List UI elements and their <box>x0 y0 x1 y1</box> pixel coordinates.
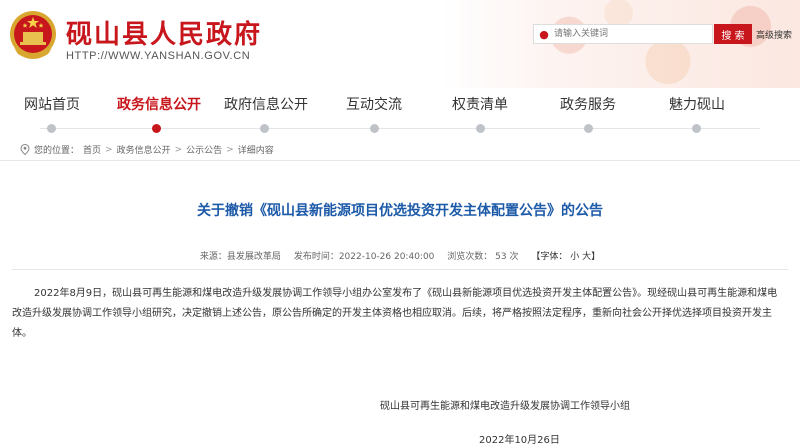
article-signature: 砚山县可再生能源和煤电改造升级发展协调工作领导小组 <box>380 401 630 412</box>
advanced-search-link[interactable]: 高级搜索 <box>756 28 792 41</box>
national-emblem-icon <box>10 11 56 59</box>
nav-item-responsibility-list[interactable]: 权责清单 <box>452 94 508 114</box>
nav-item-charming-yanshan[interactable]: 魅力砚山 <box>669 94 725 114</box>
breadcrumb-notices[interactable]: 公示公告 <box>186 143 222 156</box>
breadcrumb: 您的位置： 首页 > 政务信息公开 > 公示公告 > 详细内容 <box>20 143 274 156</box>
nav-item-gov-info[interactable]: 政务信息公开 <box>117 94 201 114</box>
site-url: HTTP://WWW.YANSHAN.GOV.CN <box>66 50 251 62</box>
search-box: ● <box>533 24 713 44</box>
nav-dot <box>584 124 593 133</box>
location-pin-icon: ● <box>539 27 549 41</box>
article-body: 2022年8月9日，砚山县可再生能源和煤电改造升级发展协调工作领导小组办公室发布… <box>12 288 778 339</box>
article-source: 来源：县发展改革局 <box>199 252 281 262</box>
search-input[interactable] <box>554 26 704 42</box>
article-date: 2022年10月26日 <box>479 435 560 446</box>
nav-dot <box>692 124 701 133</box>
font-size-control[interactable]: 【字体： 小 大】 <box>531 252 600 262</box>
breadcrumb-current: 详细内容 <box>237 146 274 156</box>
nav-dot <box>260 124 269 133</box>
location-icon <box>20 144 30 155</box>
breadcrumb-separator: > <box>226 144 234 155</box>
nav-dot <box>47 124 56 133</box>
main-nav: 网站首页 政务信息公开 政府信息公开 互动交流 权责清单 政务服务 魅力砚山 <box>0 88 800 138</box>
article-publish-time: 发布时间：2022-10-26 20:40:00 <box>293 252 435 262</box>
nav-dot-active <box>152 124 161 133</box>
breadcrumb-divider <box>0 160 800 161</box>
nav-timeline <box>40 128 760 129</box>
breadcrumb-home[interactable]: 首页 <box>83 143 101 156</box>
breadcrumb-prefix: 您的位置： <box>34 146 80 156</box>
article-meta: 来源：县发展改革局 发布时间：2022-10-26 20:40:00 浏览次数：… <box>0 249 800 262</box>
article-view-count: 浏览次数： 53 次 <box>447 252 519 262</box>
nav-item-gov-disclosure[interactable]: 政府信息公开 <box>224 94 308 114</box>
nav-dot <box>370 124 379 133</box>
nav-item-interaction[interactable]: 互动交流 <box>346 94 402 114</box>
site-title[interactable]: 砚山县人民政府 <box>66 14 262 51</box>
breadcrumb-gov-info[interactable]: 政务信息公开 <box>117 143 171 156</box>
header-decoration <box>470 0 800 88</box>
breadcrumb-separator: > <box>174 144 183 155</box>
article-title: 关于撤销《砚山县新能源项目优选投资开发主体配置公告》的公告 <box>197 203 603 219</box>
site-header: 砚山县人民政府 HTTP://WWW.YANSHAN.GOV.CN ● 搜 索 … <box>0 0 800 88</box>
nav-item-home[interactable]: 网站首页 <box>24 94 80 114</box>
breadcrumb-separator: > <box>105 144 113 155</box>
nav-item-gov-services[interactable]: 政务服务 <box>560 94 616 114</box>
search-button[interactable]: 搜 索 <box>714 24 752 44</box>
meta-divider <box>12 269 788 270</box>
nav-dot <box>476 124 485 133</box>
